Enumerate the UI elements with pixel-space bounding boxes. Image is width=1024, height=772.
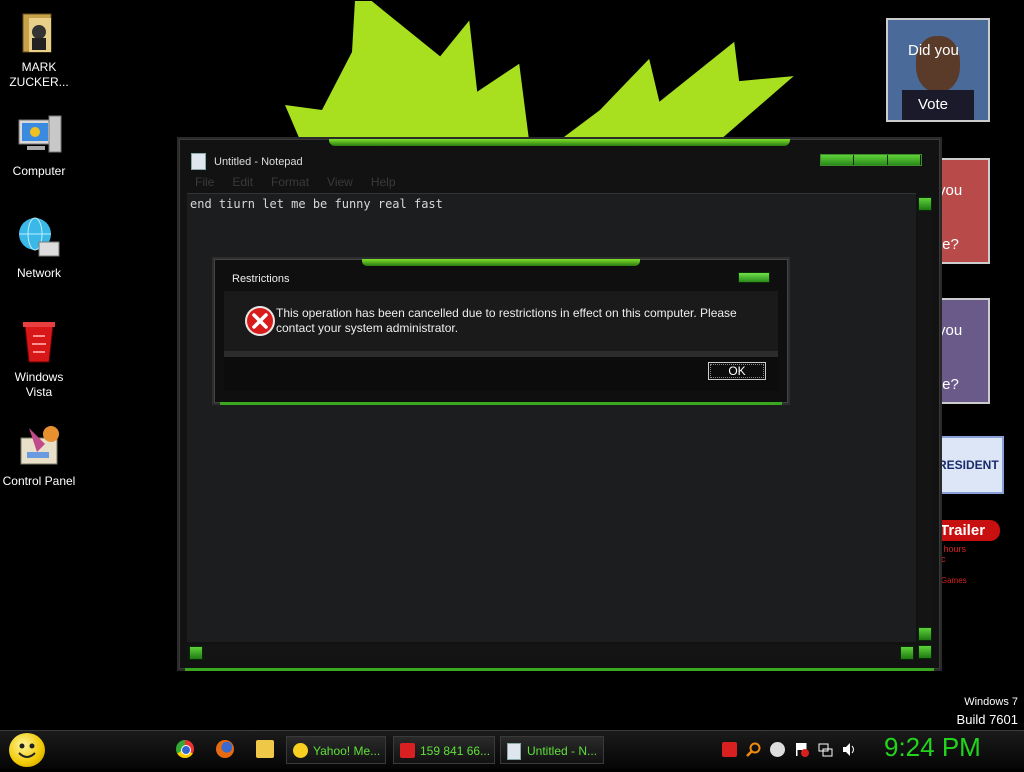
menu-help[interactable]: Help	[371, 175, 396, 191]
start-button[interactable]	[9, 733, 45, 767]
vote-ad-gadget-3[interactable]: you te?	[936, 298, 990, 404]
smiley-start-icon	[18, 743, 36, 758]
desktop-icon-network[interactable]: Network	[0, 214, 78, 281]
notepad-menubar: File Edit Format View Help	[187, 175, 932, 191]
taskbar-button-label: 159 841 66...	[420, 744, 491, 758]
taskbar-button-media[interactable]: 159 841 66...	[393, 736, 495, 764]
control-panel-icon	[15, 422, 63, 470]
dialog-top-glow	[362, 259, 640, 266]
notepad-icon	[191, 153, 206, 170]
dialog-close-button[interactable]	[738, 272, 770, 283]
window-controls[interactable]	[820, 154, 922, 166]
ok-button[interactable]: OK	[708, 362, 766, 380]
desktop-icon-label: Network	[16, 266, 61, 280]
network-globe-icon	[15, 214, 63, 262]
notepad-content: end tiurn let me be funny real fast	[190, 197, 443, 211]
desktop-icon-control-panel[interactable]: Control Panel	[0, 422, 78, 489]
trailer-title: Trailer	[936, 520, 1000, 541]
tray-media-icon[interactable]	[722, 742, 737, 757]
firefox-icon[interactable]	[216, 740, 234, 758]
tray-volume-icon[interactable]	[842, 742, 857, 757]
trailer-sub2: ac	[936, 554, 1006, 564]
tray-search-icon[interactable]	[746, 742, 761, 757]
trailer-gadget[interactable]: Trailer 8 hours ac r Games	[936, 520, 1006, 600]
taskbar-button-notepad[interactable]: Untitled - N...	[500, 736, 604, 764]
menu-view[interactable]: View	[327, 175, 353, 191]
yahoo-messenger-icon	[293, 743, 308, 758]
dialog-bottom-glow	[220, 402, 782, 405]
desktop-icon-computer[interactable]: Computer	[0, 112, 78, 179]
notepad-titlebar[interactable]: Untitled - Notepad	[191, 153, 303, 170]
chrome-icon[interactable]	[176, 740, 194, 758]
taskbar-button-yahoo[interactable]: Yahoo! Me...	[286, 736, 386, 764]
maximize-button[interactable]	[854, 155, 888, 165]
vote-ad-gadget-2[interactable]: you te?	[936, 158, 990, 264]
notepad-icon	[507, 743, 521, 760]
media-player-icon	[400, 743, 415, 758]
vertical-scrollbar[interactable]	[918, 195, 932, 643]
taskbar-button-label: Yahoo! Me...	[313, 744, 381, 758]
menu-format[interactable]: Format	[271, 175, 309, 191]
tray-network-icon[interactable]	[818, 742, 833, 757]
ad-text-line2: Vote	[918, 96, 949, 113]
vote-ad-gadget[interactable]: Did you Vote	[886, 18, 990, 122]
watermark-line2: Build 7601	[956, 712, 1018, 727]
desktop-icon-label: Windows Vista	[14, 370, 64, 399]
desktop-icon-windows-vista[interactable]: Windows Vista	[0, 318, 78, 400]
trailer-sub3: r Games	[936, 576, 967, 585]
scroll-right-button[interactable]	[900, 646, 914, 660]
notepad-title: Untitled - Notepad	[214, 155, 303, 168]
desktop-icon-label: Control Panel	[2, 474, 76, 488]
wallpaper-spikes	[285, 0, 796, 141]
desktop-icon-mark-zucker[interactable]: MARK ZUCKER...	[0, 8, 78, 90]
dialog-body: This operation has been cancelled due to…	[224, 291, 778, 351]
dialog-title: Restrictions	[232, 273, 290, 285]
close-button[interactable]	[887, 155, 921, 165]
watermark-line1: Windows 7	[964, 696, 1018, 708]
recycle-bin-icon	[15, 318, 63, 366]
scroll-down-button[interactable]	[918, 627, 932, 641]
banner-text: RESIDENT	[938, 458, 999, 472]
folder-person-icon	[15, 8, 63, 56]
window-top-glow	[329, 139, 790, 146]
taskbar: Yahoo! Me... 159 841 66... Untitled - N.…	[0, 730, 1024, 769]
taskbar-button-label: Untitled - N...	[527, 744, 598, 758]
tray-messenger-icon[interactable]	[770, 742, 785, 757]
desktop-icon-label: MARK ZUCKER...	[9, 60, 69, 89]
tray-action-center-flag-icon[interactable]	[794, 742, 809, 757]
window-bottom-glow	[185, 668, 934, 671]
restrictions-dialog[interactable]: Restrictions This operation has been can…	[212, 257, 790, 405]
taskbar-clock[interactable]: 9:24 PM	[884, 732, 981, 763]
desktop-icon-label: Computer	[12, 164, 66, 178]
scroll-up-button[interactable]	[918, 197, 932, 211]
scroll-left-button[interactable]	[189, 646, 203, 660]
dialog-message: This operation has been cancelled due to…	[276, 306, 737, 335]
menu-file[interactable]: File	[195, 175, 214, 191]
menu-edit[interactable]: Edit	[232, 175, 253, 191]
folder-icon[interactable]	[256, 740, 274, 758]
windows-build-watermark: Windows 7 Build 7601	[957, 694, 1018, 728]
president-banner-gadget[interactable]: RESIDENT	[936, 436, 1004, 494]
trailer-sub1: 8 hours	[936, 544, 967, 554]
computer-icon	[15, 112, 63, 160]
resize-grip[interactable]	[918, 645, 932, 659]
dialog-footer: OK	[224, 357, 778, 391]
minimize-button[interactable]	[821, 155, 855, 165]
horizontal-scrollbar[interactable]	[187, 645, 916, 660]
error-icon	[245, 306, 275, 336]
ad-text-line1: Did you	[908, 42, 959, 59]
